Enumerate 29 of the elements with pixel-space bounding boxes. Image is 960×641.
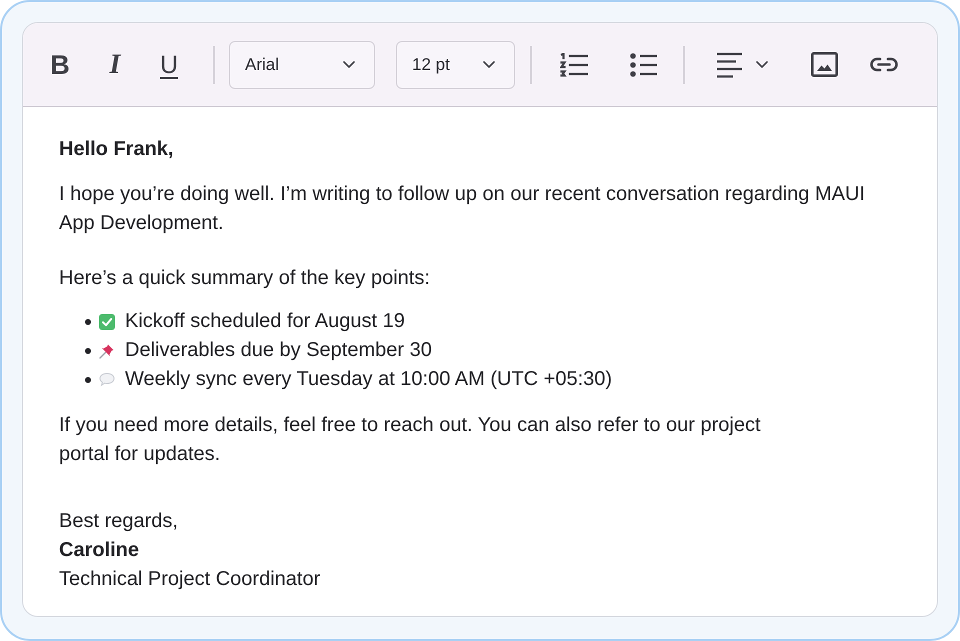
speech-bubble-icon xyxy=(99,372,115,387)
font-dropdown[interactable]: Arial xyxy=(229,40,375,88)
bullet-icon xyxy=(85,348,91,354)
list-item-text: Kickoff scheduled for August 19 xyxy=(125,309,405,334)
italic-button[interactable]: I xyxy=(95,44,135,84)
bold-button[interactable]: B xyxy=(40,44,80,84)
intro-paragraph: I hope you’re doing well. I’m writing to follow up on our recent conversation regarding MAUI App Development. xyxy=(59,182,866,236)
check-box-icon xyxy=(99,314,115,330)
numbered-list-icon xyxy=(560,52,588,76)
greeting-text: Hello Frank, xyxy=(59,137,174,162)
bulleted-list-icon xyxy=(630,52,656,76)
underline-button[interactable]: U xyxy=(149,44,189,84)
align-left-icon xyxy=(716,52,742,78)
link-icon xyxy=(870,57,898,72)
sender-name: Caroline xyxy=(59,538,140,563)
list-item-text: Weekly sync every Tuesday at 10:00 AM (UTC +05:30) xyxy=(125,367,612,392)
chevron-down-icon xyxy=(343,61,355,68)
summary-text: Here’s a quick summary of the key points: xyxy=(59,266,431,291)
chevron-down-icon xyxy=(756,61,768,68)
image-icon xyxy=(810,52,838,77)
bullet-icon xyxy=(85,376,91,382)
pushpin-icon xyxy=(99,342,115,358)
font-size-dropdown[interactable]: 12 pt xyxy=(396,40,515,88)
bullet-icon xyxy=(85,318,91,324)
sender-title: Technical Project Coordinator xyxy=(59,567,322,592)
sign-off-text: Best regards, xyxy=(59,509,179,534)
closing-paragraph: If you need more details, feel free to reach out. You can also refer to our project portal for updates. xyxy=(59,413,762,467)
chevron-down-icon xyxy=(483,61,495,68)
list-item-text: Deliverables due by September 30 xyxy=(125,338,432,363)
